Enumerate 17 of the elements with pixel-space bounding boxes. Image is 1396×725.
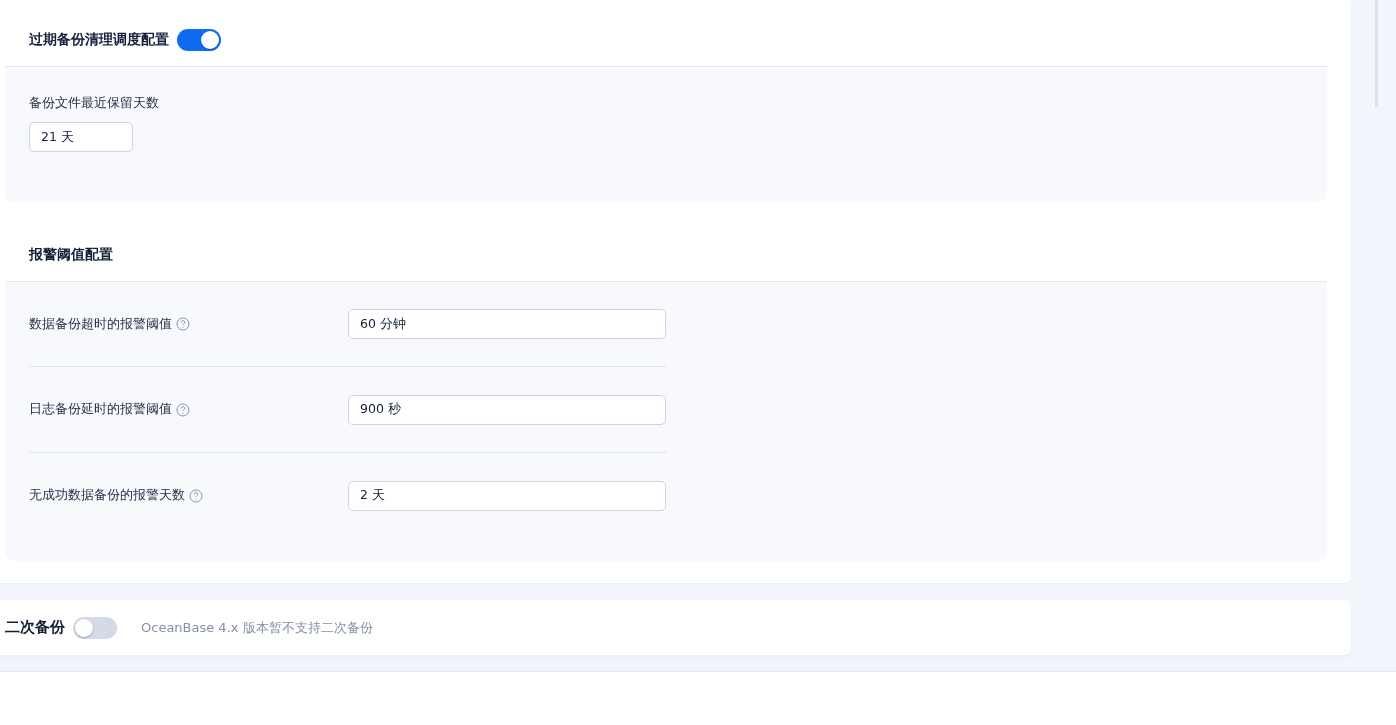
input-field[interactable]: 60 分钟 <box>348 309 666 339</box>
help-icon[interactable] <box>176 317 190 331</box>
section-title: 二次备份 <box>5 618 65 637</box>
input-field[interactable]: 21 天 <box>29 122 133 152</box>
section-title: 过期备份清理调度配置 <box>29 30 169 49</box>
field-label: 数据备份超时的报警阈值 <box>29 315 172 333</box>
field-label: 备份文件最近保留天数 <box>29 95 160 112</box>
field-label: 无成功数据备份的报警天数 <box>29 487 185 504</box>
help-icon[interactable] <box>189 488 203 503</box>
toggle-switch[interactable] <box>177 28 221 51</box>
section-title: 报警阈值配置 <box>29 246 113 264</box>
input-field[interactable]: 2 天 <box>348 480 666 511</box>
toggle-switch[interactable] <box>73 616 117 639</box>
hint-text: OceanBase 4.x 版本暂不支持二次备份 <box>141 618 373 637</box>
input-field[interactable]: 900 秒 <box>348 394 666 425</box>
field-label: 日志备份延时的报警阈值 <box>29 401 172 418</box>
help-icon[interactable] <box>176 402 190 417</box>
